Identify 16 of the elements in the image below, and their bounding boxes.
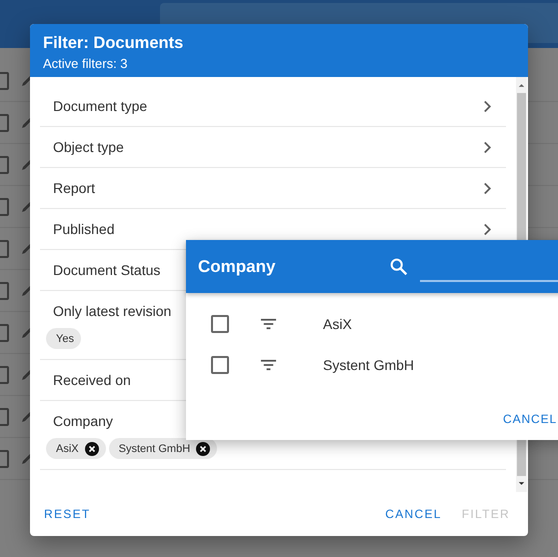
option-label: AsiX (323, 316, 352, 332)
filter-label: Document type (53, 98, 148, 114)
filter-label: Received on (53, 372, 131, 388)
popup-title: Company (198, 256, 276, 276)
chip-label: Systent GmbH (118, 442, 190, 454)
filter-label: Document Status (53, 262, 160, 278)
filter-label: Company (53, 413, 113, 429)
chip-label: Yes (56, 332, 74, 344)
active-filters-count: Active filters: 3 (43, 55, 129, 73)
filter-label: Object type (53, 139, 124, 155)
filter-label: Only latest revision (53, 303, 172, 319)
dialog-title: Filter: Documents (43, 33, 184, 54)
option-label: Systent GmbH (323, 357, 414, 373)
filter-label: Published (53, 221, 114, 237)
chip-label: AsiX (56, 442, 79, 454)
filter-label: Report (53, 180, 96, 196)
